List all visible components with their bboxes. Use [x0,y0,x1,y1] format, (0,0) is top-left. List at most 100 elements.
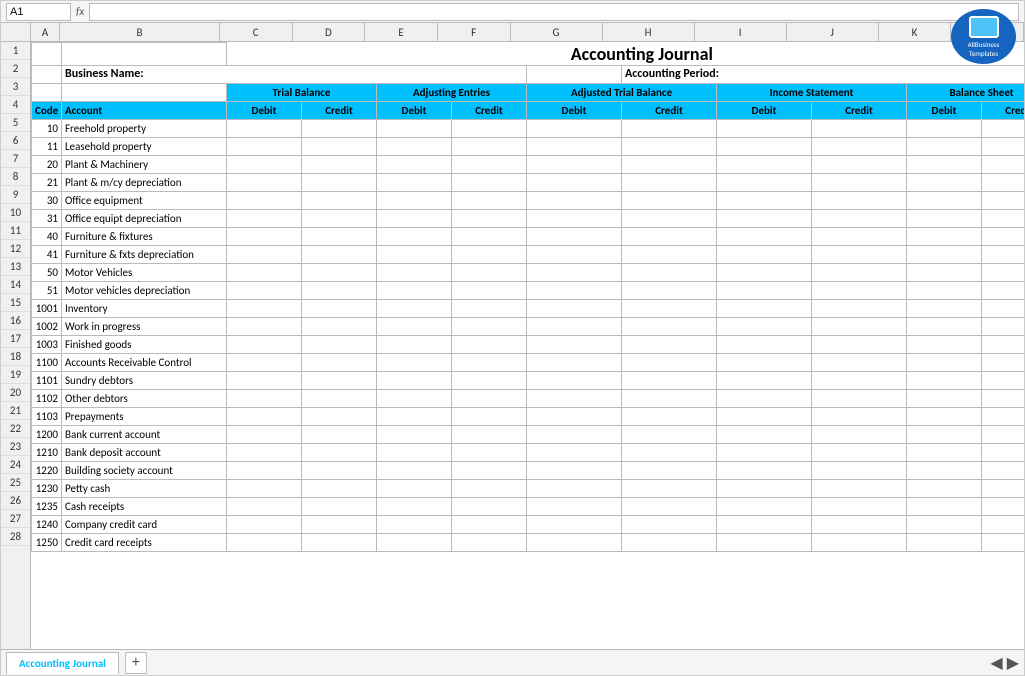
cell-20j[interactable] [812,389,907,407]
cell-20c[interactable] [227,389,302,407]
cell-code-8[interactable]: 21 [32,173,62,191]
cell-9f[interactable] [452,191,527,209]
cell-23h[interactable] [622,443,717,461]
cell-14g[interactable] [527,281,622,299]
cell-17k[interactable] [907,335,982,353]
cell-8c[interactable] [227,173,302,191]
cell-18j[interactable] [812,353,907,371]
cell-account-24[interactable]: Building society account [62,461,227,479]
cell-5g[interactable] [527,119,622,137]
cell-28j[interactable] [812,533,907,551]
cell-10h[interactable] [622,209,717,227]
cell-24k[interactable] [907,461,982,479]
cell-8g[interactable] [527,173,622,191]
cell-27d[interactable] [302,515,377,533]
cell-15i[interactable] [717,299,812,317]
cell-14c[interactable] [227,281,302,299]
cell-7d[interactable] [302,155,377,173]
cell-14f[interactable] [452,281,527,299]
cell-code-6[interactable]: 11 [32,137,62,155]
cell-18c[interactable] [227,353,302,371]
cell-19d[interactable] [302,371,377,389]
cell-25c[interactable] [227,479,302,497]
cell-6i[interactable] [717,137,812,155]
cell-23l[interactable] [982,443,1025,461]
cell-18d[interactable] [302,353,377,371]
cell-18k[interactable] [907,353,982,371]
col-header-b[interactable]: B [60,23,220,41]
col-header-d[interactable]: D [293,23,366,41]
cell-code-10[interactable]: 31 [32,209,62,227]
cell-6g[interactable] [527,137,622,155]
cell-5d[interactable] [302,119,377,137]
cell-27g[interactable] [527,515,622,533]
cell-26i[interactable] [717,497,812,515]
cell-16f[interactable] [452,317,527,335]
cell-25f[interactable] [452,479,527,497]
cell-account-21[interactable]: Prepayments [62,407,227,425]
cell-14d[interactable] [302,281,377,299]
cell-13e[interactable] [377,263,452,281]
cell-11e[interactable] [377,227,452,245]
cell-code-12[interactable]: 41 [32,245,62,263]
cell-10j[interactable] [812,209,907,227]
cell-11h[interactable] [622,227,717,245]
cell-8h[interactable] [622,173,717,191]
cell-account-11[interactable]: Furniture & fixtures [62,227,227,245]
cell-account-5[interactable]: Freehold property [62,119,227,137]
cell-13c[interactable] [227,263,302,281]
cell-24l[interactable] [982,461,1025,479]
col-header-g[interactable]: G [511,23,603,41]
add-sheet-button[interactable]: + [125,652,147,674]
cell-5j[interactable] [812,119,907,137]
cell-21l[interactable] [982,407,1025,425]
cell-16j[interactable] [812,317,907,335]
cell-22l[interactable] [982,425,1025,443]
cell-21j[interactable] [812,407,907,425]
cell-7h[interactable] [622,155,717,173]
cell-6f[interactable] [452,137,527,155]
cell-21i[interactable] [717,407,812,425]
cell-23e[interactable] [377,443,452,461]
cell-14l[interactable] [982,281,1025,299]
cell-9h[interactable] [622,191,717,209]
cell-10k[interactable] [907,209,982,227]
cell-account-19[interactable]: Sundry debtors [62,371,227,389]
cell-25i[interactable] [717,479,812,497]
cell-7c[interactable] [227,155,302,173]
cell-19i[interactable] [717,371,812,389]
cell-15h[interactable] [622,299,717,317]
cell-code-23[interactable]: 1210 [32,443,62,461]
cell-12j[interactable] [812,245,907,263]
main-table[interactable]: Accounting Journal Business Name: Accoun… [31,42,1024,649]
cell-15l[interactable] [982,299,1025,317]
cell-19k[interactable] [907,371,982,389]
cell-24f[interactable] [452,461,527,479]
cell-17h[interactable] [622,335,717,353]
cell-20l[interactable] [982,389,1025,407]
col-header-k[interactable]: K [879,23,952,41]
cell-account-22[interactable]: Bank current account [62,425,227,443]
cell-5e[interactable] [377,119,452,137]
cell-15e[interactable] [377,299,452,317]
cell-23g[interactable] [527,443,622,461]
col-header-e[interactable]: E [365,23,438,41]
cell-22k[interactable] [907,425,982,443]
cell-16k[interactable] [907,317,982,335]
cell-10g[interactable] [527,209,622,227]
cell-22g[interactable] [527,425,622,443]
cell-27k[interactable] [907,515,982,533]
cell-20i[interactable] [717,389,812,407]
cell-6d[interactable] [302,137,377,155]
cell-account-20[interactable]: Other debtors [62,389,227,407]
cell-20e[interactable] [377,389,452,407]
cell-12i[interactable] [717,245,812,263]
cell-18e[interactable] [377,353,452,371]
cell-16g[interactable] [527,317,622,335]
cell-account-9[interactable]: Office equipment [62,191,227,209]
cell-5i[interactable] [717,119,812,137]
cell-12f[interactable] [452,245,527,263]
cell-account-28[interactable]: Credit card receipts [62,533,227,551]
cell-15g[interactable] [527,299,622,317]
cell-28k[interactable] [907,533,982,551]
